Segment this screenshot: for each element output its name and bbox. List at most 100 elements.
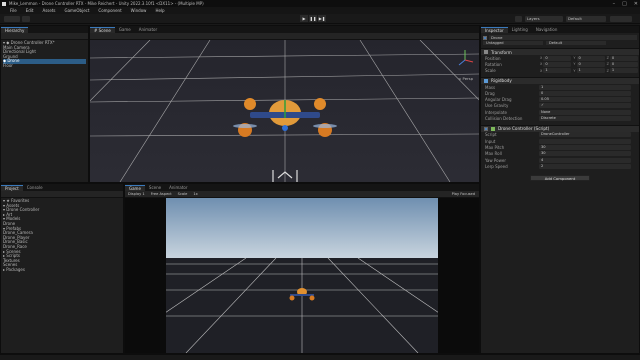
menu-gameobject[interactable]: GameObject [64, 8, 89, 13]
collab-button[interactable] [610, 16, 632, 22]
unity-logo-icon [2, 1, 6, 6]
tab-game-view[interactable]: Game [125, 185, 145, 191]
vector-field-z[interactable]: 1 [609, 68, 639, 74]
tab-project[interactable]: Project [1, 185, 23, 191]
menu-window[interactable]: Window [131, 8, 147, 13]
transform-row: Position X 0 Y 0 Z 0 [481, 55, 639, 61]
tab-scene[interactable]: # Scene [90, 27, 115, 33]
property-value[interactable]: 0.05 [539, 97, 631, 103]
active-checkbox[interactable] [483, 35, 487, 40]
project-item[interactable]: ▸ Packages [3, 267, 121, 273]
tag-dropdown[interactable]: Untagged [483, 41, 543, 45]
property-value[interactable]: DroneController [539, 132, 631, 138]
vector-field-z[interactable]: 0 [609, 55, 639, 61]
play-button[interactable]: ▶ [300, 15, 308, 22]
layers-dropdown[interactable]: Layers [525, 16, 563, 22]
game-viewport[interactable] [125, 198, 479, 353]
project-search[interactable] [1, 191, 123, 198]
tab-hierarchy[interactable]: Hierarchy [1, 27, 29, 33]
menu-component[interactable]: Component [98, 8, 121, 13]
vector-field-z[interactable]: 0 [609, 61, 639, 67]
axis-label: Z [606, 56, 609, 61]
maximize-button[interactable]: □ [622, 1, 627, 7]
title-bar: Mike_Lemmon - Drone Controller RTX - Mik… [0, 0, 640, 7]
layout-label: Default [568, 16, 582, 21]
cloud-button[interactable] [22, 16, 30, 22]
menu-edit[interactable]: Edit [26, 8, 34, 13]
vector-field-x[interactable]: 0 [543, 55, 572, 61]
tab-game[interactable]: Game [115, 27, 135, 33]
property-value[interactable]: 1 [539, 84, 631, 90]
scene-grid [90, 40, 479, 182]
game-panel: Game Scene Animator Display 1 Free Aspec… [124, 183, 480, 354]
property-value[interactable]: 4 [539, 157, 631, 163]
tab-lighting[interactable]: Lighting [508, 27, 532, 33]
tab-scene-view[interactable]: Scene [145, 185, 165, 191]
field-label: Max Roll [485, 151, 502, 157]
scene-toolbar [90, 33, 479, 40]
vector-field-y[interactable]: 1 [576, 68, 605, 74]
inspector-panel: Inspector Lighting Navigation Drone Unta… [480, 25, 640, 354]
main-toolbar: ▶ ❚❚ ▶❚ Layers Default [0, 14, 640, 24]
rigidbody-icon [484, 78, 488, 83]
layout-dropdown[interactable]: Default [566, 16, 606, 22]
hierarchy-search[interactable] [1, 33, 88, 40]
vector-field-y[interactable]: 0 [576, 61, 605, 67]
scale-label: Scale [177, 192, 188, 196]
axis-label: X [540, 62, 543, 67]
controller-body: Script DroneController Input Max Pitch 30 Max… [481, 132, 639, 170]
pause-button[interactable]: ❚❚ [309, 15, 317, 22]
object-name-field[interactable]: Drone [489, 35, 637, 40]
property-value[interactable]: None [539, 109, 631, 115]
vector-field-y[interactable]: 0 [576, 55, 605, 61]
property-row: Angular Drag 0.05 [481, 96, 639, 103]
property-value[interactable] [539, 138, 631, 144]
tab-console[interactable]: Console [23, 185, 47, 191]
field-label: Mass [485, 84, 496, 90]
property-row: Drag 0 [481, 90, 639, 96]
property-value[interactable]: 0 [539, 90, 631, 96]
controller-enable-checkbox[interactable] [484, 126, 488, 131]
property-value[interactable]: ✓ [539, 103, 631, 109]
display-dropdown[interactable]: Display 1 [128, 192, 145, 196]
scale-value[interactable]: 1x [193, 192, 197, 196]
tab-animator[interactable]: Animator [135, 27, 161, 33]
property-value[interactable]: 30 [539, 144, 631, 150]
rigidbody-title: Rigidbody [491, 78, 512, 84]
tab-navigation[interactable]: Navigation [532, 27, 562, 33]
close-button[interactable]: ✕ [634, 1, 638, 7]
property-value[interactable]: 2 [539, 163, 631, 169]
rigidbody-header[interactable]: Rigidbody [481, 76, 639, 84]
controller-header[interactable]: Drone Controller (Script) [481, 124, 639, 132]
aspect-dropdown[interactable]: Free Aspect [151, 192, 172, 196]
controller-title: Drone Controller (Script) [498, 126, 550, 132]
layer-dropdown[interactable]: Default [546, 41, 606, 45]
vector-field-x[interactable]: 0 [543, 61, 572, 67]
menu-help[interactable]: Help [155, 8, 164, 13]
account-dropdown[interactable] [4, 16, 20, 22]
hierarchy-item[interactable]: Floor [3, 63, 86, 69]
menu-file[interactable]: File [10, 8, 17, 13]
transform-icon [484, 50, 488, 54]
property-value[interactable]: 30 [539, 151, 631, 157]
gizmo-persp-label[interactable]: < Persp [458, 76, 473, 81]
play-mode-dropdown[interactable]: Play Focused [452, 192, 475, 196]
property-value[interactable]: Discrete [539, 116, 631, 122]
vector-field-x[interactable]: 1 [543, 68, 572, 74]
search-button[interactable] [515, 16, 522, 22]
add-component-button[interactable]: Add Component [530, 175, 590, 182]
scene-viewport[interactable]: < Persp [90, 40, 479, 182]
window-title: Mike_Lemmon - Drone Controller RTX - Mik… [9, 1, 204, 6]
axis-label: X [540, 68, 543, 73]
property-row: Lerp Speed 2 [481, 163, 639, 169]
tab-animator-view[interactable]: Animator [165, 185, 191, 191]
menu-assets[interactable]: Assets [42, 8, 55, 13]
transform-header[interactable]: Transform [481, 48, 639, 55]
hierarchy-tree: ▾ ◆ Drone Controller RTX* Main Camera Di… [1, 40, 88, 70]
rigidbody-body: Mass 1 Drag 0 Angular Drag 0.05 Use Gravity ✓ In… [481, 84, 639, 122]
transform-row: Rotation X 0 Y 0 Z 0 [481, 61, 639, 67]
step-button[interactable]: ▶❚ [318, 15, 326, 22]
minimize-button[interactable]: – [613, 1, 616, 7]
field-label: Input [485, 138, 496, 144]
tab-inspector[interactable]: Inspector [481, 27, 508, 33]
